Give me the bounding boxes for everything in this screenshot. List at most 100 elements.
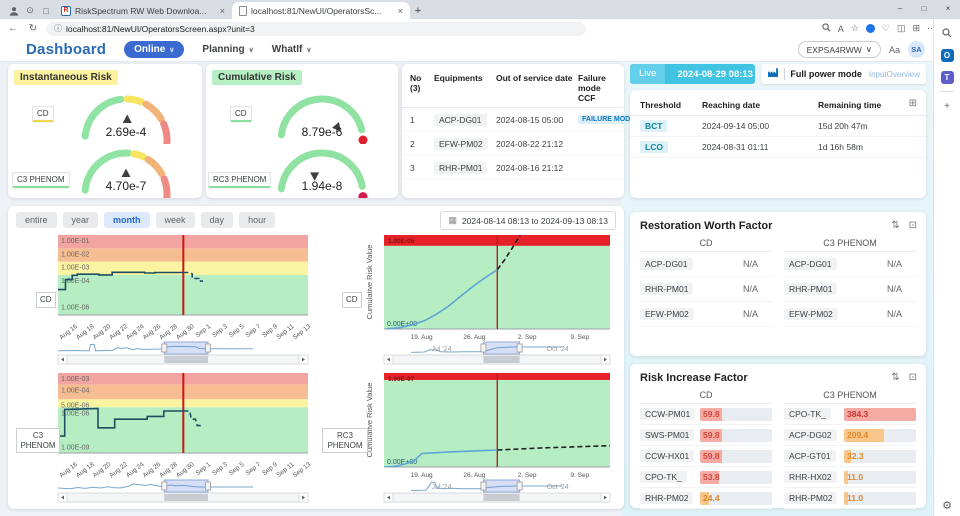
tab-entire[interactable]: entire bbox=[16, 212, 57, 228]
table-row: BCT 2024-09-14 05:00 15d 20h 47m bbox=[630, 116, 926, 137]
user-avatar[interactable]: SA bbox=[908, 41, 925, 58]
tab-close-icon[interactable]: × bbox=[398, 6, 403, 16]
tab-week[interactable]: week bbox=[156, 212, 195, 228]
rif-bar: 384.3 bbox=[844, 408, 916, 421]
list-item: RHR-PM01N/A bbox=[784, 277, 916, 302]
collections-icon[interactable]: ⊞ bbox=[912, 23, 920, 34]
teams-icon[interactable]: T bbox=[939, 69, 955, 85]
list-item: SWS-PM0159.8 bbox=[640, 425, 772, 446]
input-overview-link[interactable]: InputOverview bbox=[869, 70, 920, 79]
tab-hour[interactable]: hour bbox=[239, 212, 275, 228]
new-tab-button[interactable]: + bbox=[410, 2, 426, 19]
app-header: Dashboard Online ∨ Planning ∨ WhatIf ∨ E… bbox=[0, 38, 933, 62]
browser-tab-operators-screen[interactable]: localhost:81/NewUI/OperatorsSc... × bbox=[232, 2, 410, 19]
svg-text:Oct '24: Oct '24 bbox=[547, 346, 569, 353]
divider bbox=[784, 68, 785, 80]
tab-title: RiskSpectrum RW Web Downloa... bbox=[75, 6, 216, 16]
favorites-star-icon[interactable]: ☆ bbox=[851, 23, 859, 34]
cd-instantaneous-chart[interactable]: 1.00E-011.00E-021.00E-031.00E-041.00E-06… bbox=[14, 232, 316, 368]
tab-month[interactable]: month bbox=[104, 212, 150, 228]
svg-text:1.00E-07: 1.00E-07 bbox=[388, 376, 415, 383]
refresh-button[interactable]: ↻ bbox=[26, 23, 40, 34]
svg-text:9. Sep: 9. Sep bbox=[570, 472, 589, 479]
chevron-down-icon: ∨ bbox=[306, 46, 311, 54]
gauge-row: RC3 PHENOM 1.94e-8 bbox=[206, 140, 398, 198]
equipment-chip: RHR-PM01 bbox=[434, 162, 487, 174]
model-selector[interactable]: EXPSA4RWW ∨ bbox=[798, 41, 881, 58]
live-timestamp-bar: Live 2024-08-29 08:13 bbox=[630, 64, 755, 84]
dashboard-content: Instantaneous Risk CD 2.69e-4 C3 PHENOM … bbox=[0, 62, 933, 516]
table-row: 2 EFW-PM02 2024-08-22 21:12 bbox=[402, 132, 624, 156]
password-extension-icon[interactable] bbox=[866, 24, 875, 33]
profile-icon[interactable] bbox=[6, 2, 22, 19]
rif-bar: 59.8 bbox=[700, 408, 772, 421]
translate-icon[interactable]: Aa bbox=[889, 45, 900, 55]
rif-bar: 24.4 bbox=[700, 492, 772, 505]
list-item: EFW-PM02N/A bbox=[640, 302, 772, 327]
tab-group-icon[interactable]: □ bbox=[38, 2, 54, 19]
rif-bar: 53.8 bbox=[700, 471, 772, 484]
split-screen-icon[interactable]: ◫ bbox=[897, 23, 906, 34]
svg-text:Jul '24: Jul '24 bbox=[431, 484, 451, 491]
chevron-down-icon: ∨ bbox=[249, 46, 254, 54]
svg-text:Aug 30: Aug 30 bbox=[175, 461, 196, 479]
rif-bar: 32.3 bbox=[844, 450, 916, 463]
sort-icon[interactable]: ⇅ bbox=[891, 220, 899, 231]
workspaces-icon[interactable]: ⊙ bbox=[22, 2, 38, 19]
read-aloud-icon[interactable]: A bbox=[838, 24, 844, 34]
sidebar-add-icon[interactable]: + bbox=[939, 98, 955, 114]
column-header: C3 PHENOM bbox=[784, 237, 916, 252]
svg-text:1.00E-09: 1.00E-09 bbox=[61, 445, 90, 452]
cd-cumulative-chart[interactable]: 0.00E+001.00E-05Cumulative Risk Value19.… bbox=[320, 232, 618, 368]
gauge-row: C3 PHENOM 4.70e-7 bbox=[8, 140, 202, 198]
svg-text:1.00E-01: 1.00E-01 bbox=[61, 238, 90, 245]
svg-text:1.00E-03: 1.00E-03 bbox=[61, 376, 90, 383]
url-field[interactable]: ⓘ localhost:81/NewUI/OperatorsScreen.asp… bbox=[46, 22, 586, 36]
sort-icon[interactable]: ⇅ bbox=[891, 372, 899, 383]
close-window-button[interactable]: × bbox=[936, 0, 960, 16]
sidebar-settings-gear-icon[interactable]: ⚙ bbox=[934, 499, 960, 512]
svg-text:26. Aug: 26. Aug bbox=[463, 334, 485, 341]
plant-mode-icon bbox=[767, 65, 779, 83]
grid-view-icon[interactable]: ⊞ bbox=[909, 98, 917, 109]
page-zoom-icon[interactable] bbox=[822, 23, 831, 34]
svg-text:Sep 7: Sep 7 bbox=[245, 461, 263, 477]
tab-close-icon[interactable]: × bbox=[220, 6, 225, 16]
browser-essentials-icon[interactable]: ♡ bbox=[882, 23, 890, 34]
restoration-worth-factor-panel: Restoration Worth Factor ⇅ ⊡ CD ACP-DG01… bbox=[630, 212, 926, 356]
expand-icon[interactable]: ⊡ bbox=[909, 220, 917, 231]
sidebar-search-icon[interactable] bbox=[939, 25, 955, 41]
chart-side-label: RC3 PHENOM bbox=[322, 428, 368, 453]
date-range-picker[interactable]: ▦ 2024-08-14 08:13 to 2024-09-13 08:13 bbox=[440, 211, 616, 230]
page-favicon bbox=[239, 6, 247, 16]
svg-text:1.00E-04: 1.00E-04 bbox=[61, 387, 90, 394]
browser-tab-riskspectrum[interactable]: R RiskSpectrum RW Web Downloa... × bbox=[54, 2, 232, 19]
list-item: CPO-TK_384.3 bbox=[784, 404, 916, 425]
list-item: RHR-PM0224.4 bbox=[640, 488, 772, 509]
site-info-icon[interactable]: ⓘ bbox=[54, 23, 62, 34]
svg-text:9. Sep: 9. Sep bbox=[570, 334, 589, 341]
tab-year[interactable]: year bbox=[63, 212, 99, 228]
svg-text:Jul '24: Jul '24 bbox=[431, 346, 451, 353]
risk-charts-panel: entire year month week day hour ▦ 2024-0… bbox=[8, 206, 624, 509]
svg-text:Sep 3: Sep 3 bbox=[211, 323, 229, 339]
list-item: CCW-HX0159.8 bbox=[640, 446, 772, 467]
tab-day[interactable]: day bbox=[201, 212, 234, 228]
expand-icon[interactable]: ⊡ bbox=[909, 372, 917, 383]
online-menu[interactable]: Online ∨ bbox=[124, 41, 184, 58]
svg-text:19. Aug: 19. Aug bbox=[411, 334, 433, 341]
whatif-menu[interactable]: WhatIf ∨ bbox=[272, 44, 312, 55]
calendar-icon: ▦ bbox=[448, 215, 457, 226]
planning-menu[interactable]: Planning ∨ bbox=[202, 44, 253, 55]
list-item: ACP-DG01N/A bbox=[640, 252, 772, 277]
rif-bar: 11.0 bbox=[844, 471, 916, 484]
plant-mode-box: Full power mode InputOverview bbox=[761, 64, 926, 84]
svg-text:19. Aug: 19. Aug bbox=[411, 472, 433, 479]
minimize-button[interactable]: – bbox=[888, 0, 912, 16]
outlook-icon[interactable]: O bbox=[939, 47, 955, 63]
back-button[interactable]: ← bbox=[6, 23, 20, 34]
time-range-tabs: entire year month week day hour bbox=[16, 212, 275, 228]
rif-bar: 11.0 bbox=[844, 492, 916, 505]
svg-text:1.94e-8: 1.94e-8 bbox=[302, 179, 343, 193]
maximize-button[interactable]: □ bbox=[912, 0, 936, 16]
